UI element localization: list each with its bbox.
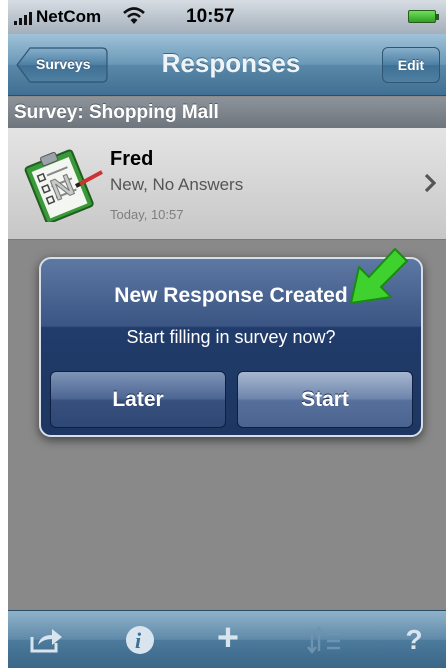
info-icon[interactable]: i: [120, 623, 160, 657]
battery-icon: [408, 10, 439, 23]
back-button-label: Surveys: [36, 56, 91, 72]
clock: 10:57: [186, 6, 235, 27]
bottom-toolbar: i + ?: [8, 610, 446, 668]
carrier-name: NetCom: [36, 7, 102, 26]
edit-button[interactable]: Edit: [382, 47, 440, 83]
navigation-bar: Surveys Responses Edit: [8, 34, 446, 96]
later-button[interactable]: Later: [50, 371, 226, 428]
alert-message: Start filling in survey now?: [126, 327, 336, 347]
start-button[interactable]: Start: [237, 371, 413, 428]
list-item[interactable]: N Fred New, No Answers Today, 10:57: [8, 128, 446, 240]
page-title: Responses: [161, 48, 301, 78]
status-bar: NetCom 10:57: [8, 0, 446, 34]
response-timestamp: Today, 10:57: [110, 207, 184, 222]
iphone-screen: NetCom 10:57 Surveys Responses Edit Surv…: [8, 0, 446, 668]
sort-icon[interactable]: [304, 623, 344, 657]
section-header: Survey: Shopping Mall: [8, 97, 446, 128]
response-name: Fred: [110, 148, 154, 170]
chevron-right-icon: [424, 173, 436, 193]
response-status: New, No Answers: [110, 175, 244, 194]
svg-text:i: i: [135, 628, 142, 653]
wifi-icon: [123, 7, 145, 24]
help-icon[interactable]: ?: [394, 623, 434, 657]
back-button-surveys[interactable]: Surveys: [16, 47, 108, 83]
add-icon[interactable]: +: [208, 619, 248, 657]
clipboard-icon: N: [24, 149, 103, 222]
share-icon[interactable]: [26, 623, 66, 657]
signal-icon: [14, 11, 36, 25]
green-arrow-icon: [350, 248, 408, 304]
